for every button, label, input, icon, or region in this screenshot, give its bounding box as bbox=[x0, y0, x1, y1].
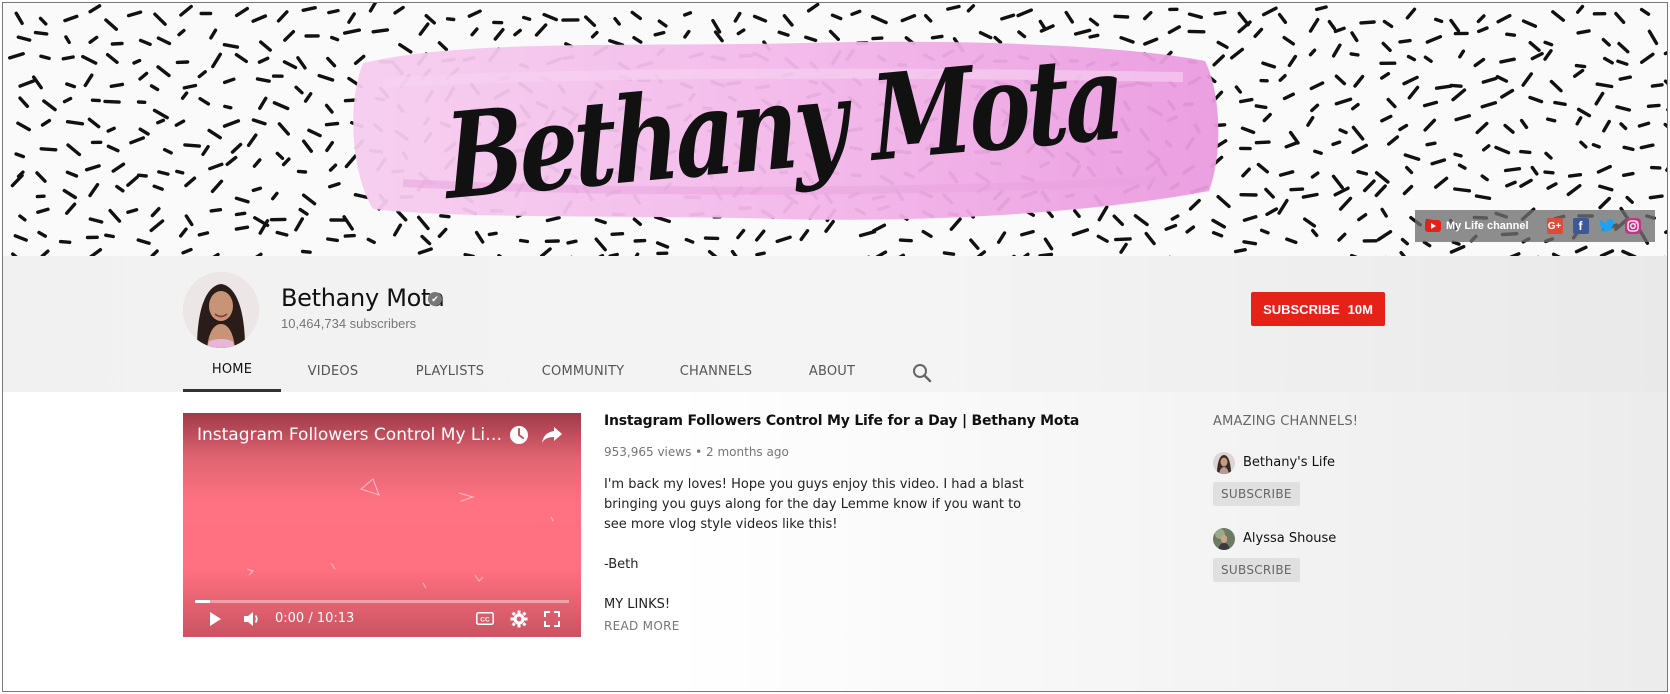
tab-community[interactable]: COMMUNITY bbox=[515, 350, 651, 392]
subscribe-count: 10M bbox=[1347, 301, 1373, 317]
google-plus-icon[interactable]: G+ bbox=[1546, 218, 1563, 234]
facebook-icon[interactable]: f bbox=[1572, 218, 1589, 234]
verified-check-icon: ✔ bbox=[428, 292, 442, 306]
my-life-channel-link[interactable]: My Life channel bbox=[1446, 220, 1529, 232]
description-line: -Beth bbox=[604, 557, 639, 572]
volume-icon[interactable] bbox=[243, 611, 261, 627]
featured-video-title[interactable]: Instagram Followers Control My Life for … bbox=[604, 413, 1079, 429]
svg-text:CC: CC bbox=[480, 617, 490, 624]
watch-later-icon[interactable] bbox=[509, 425, 529, 445]
subscribe-label: SUBSCRIBE bbox=[1263, 301, 1340, 317]
tab-videos[interactable]: VIDEOS bbox=[281, 350, 385, 392]
share-icon[interactable] bbox=[541, 426, 563, 444]
fullscreen-icon[interactable] bbox=[544, 611, 560, 627]
channel-tabs: HOME VIDEOS PLAYLISTS COMMUNITY CHANNELS… bbox=[183, 350, 932, 392]
video-player[interactable]: Instagram Followers Control My Life fo..… bbox=[183, 413, 581, 637]
youtube-icon[interactable] bbox=[1425, 220, 1441, 232]
play-icon[interactable] bbox=[207, 611, 223, 627]
channel-avatar-small[interactable] bbox=[1213, 528, 1235, 550]
channel-header: Bethany Mota ✔ 10,464,734 subscribers SU… bbox=[3, 256, 1667, 392]
featured-channel-name[interactable]: Bethany's Life bbox=[1243, 455, 1335, 470]
featured-subscribe-button[interactable]: SUBSCRIBE bbox=[1213, 558, 1300, 582]
channel-page: Bethany Mota My Life channel G+ f Bethan… bbox=[2, 2, 1668, 692]
captions-icon[interactable]: CC bbox=[476, 612, 494, 625]
search-icon[interactable] bbox=[911, 362, 933, 384]
tab-home[interactable]: HOME bbox=[183, 350, 281, 392]
description-line bbox=[604, 535, 984, 555]
subscriber-count: 10,464,734 subscribers bbox=[281, 316, 417, 331]
description-line: see more vlog style videos like this! bbox=[604, 517, 838, 532]
featured-channel-name[interactable]: Alyssa Shouse bbox=[1243, 531, 1336, 546]
channel-banner: Bethany Mota My Life channel G+ f bbox=[3, 3, 1667, 256]
subscribe-button[interactable]: SUBSCRIBE 10M bbox=[1251, 292, 1385, 326]
description-line: bringing you guys along for the day Lemm… bbox=[604, 497, 1022, 512]
featured-channels-heading: AMAZING CHANNELS! bbox=[1213, 414, 1359, 429]
twitter-icon[interactable] bbox=[1598, 218, 1615, 234]
progress-fill bbox=[195, 600, 210, 603]
tab-channels[interactable]: CHANNELS bbox=[651, 350, 781, 392]
video-overlay-title[interactable]: Instagram Followers Control My Life fo..… bbox=[197, 425, 507, 445]
description-line: MY LINKS! bbox=[604, 597, 671, 612]
video-sparkles bbox=[246, 478, 554, 589]
tab-about[interactable]: ABOUT bbox=[781, 350, 883, 392]
description-line: I'm back my loves! Hope you guys enjoy t… bbox=[604, 477, 1024, 492]
time-display: 0:00 / 10:13 bbox=[275, 611, 355, 626]
progress-bar[interactable] bbox=[195, 600, 569, 603]
channel-avatar-small[interactable] bbox=[1213, 452, 1235, 474]
channel-name: Bethany Mota bbox=[281, 284, 445, 312]
featured-subscribe-button[interactable]: SUBSCRIBE bbox=[1213, 482, 1300, 506]
settings-gear-icon[interactable] bbox=[510, 610, 528, 628]
description-line bbox=[604, 575, 984, 595]
channel-avatar[interactable] bbox=[183, 272, 259, 348]
video-description: I'm back my loves! Hope you guys enjoy t… bbox=[604, 475, 1024, 615]
banner-links: My Life channel G+ f bbox=[1415, 210, 1655, 242]
read-more-link[interactable]: READ MORE bbox=[604, 619, 680, 633]
video-meta: 953,965 views • 2 months ago bbox=[604, 445, 789, 459]
tab-playlists[interactable]: PLAYLISTS bbox=[385, 350, 515, 392]
instagram-icon[interactable] bbox=[1624, 218, 1641, 234]
